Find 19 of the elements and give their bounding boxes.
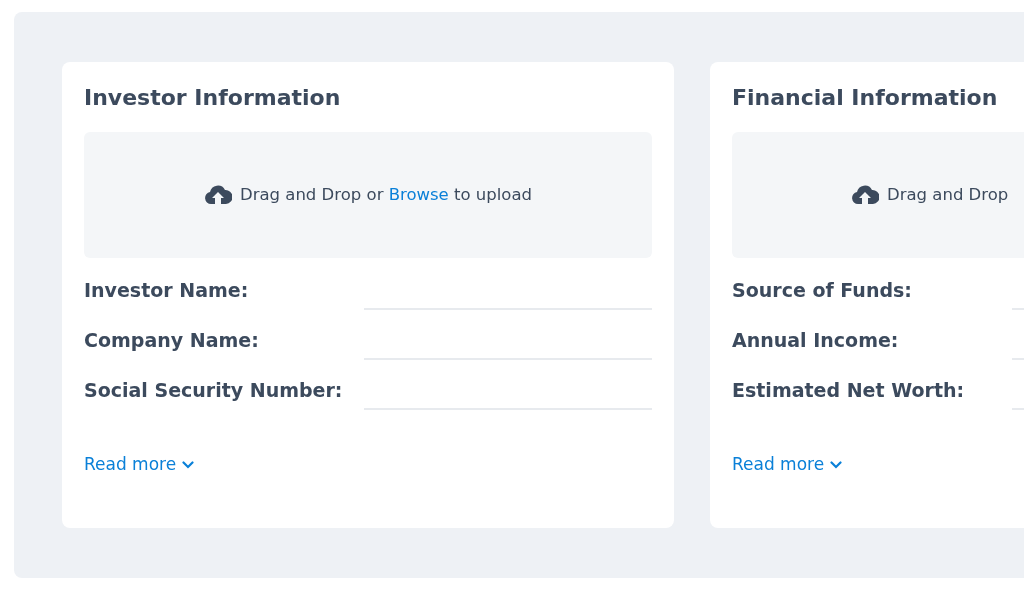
cloud-upload-icon — [204, 185, 232, 205]
read-more-link[interactable]: Read more — [84, 452, 195, 478]
cloud-upload-icon — [851, 185, 879, 205]
chevron-down-icon — [830, 460, 843, 469]
browse-link[interactable]: Browse — [388, 184, 449, 204]
upload-instructions: Drag and Drop — [887, 183, 1009, 206]
chevron-down-icon — [182, 460, 195, 469]
field-label: Social Security Number: — [84, 377, 344, 403]
read-more-link[interactable]: Read more — [732, 452, 843, 478]
field-label: Investor Name: — [84, 277, 250, 303]
field-label: Company Name: — [84, 327, 260, 353]
upload-dropzone[interactable]: Drag and Drop — [732, 132, 1024, 258]
section-title: Investor Information — [84, 84, 342, 112]
section-title: Financial Information — [732, 84, 999, 112]
upload-dropzone[interactable]: Drag and Drop or Browse to upload — [84, 132, 652, 258]
field-label: Annual Income: — [732, 327, 900, 353]
field-label: Source of Funds: — [732, 277, 913, 303]
upload-instructions: Drag and Drop or Browse to upload — [240, 183, 532, 206]
field-label: Estimated Net Worth: — [732, 377, 966, 403]
